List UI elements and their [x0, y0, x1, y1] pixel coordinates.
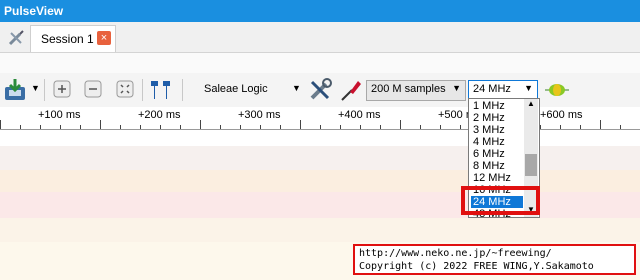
chevron-down-icon[interactable]: ▼	[31, 83, 40, 93]
copyright-overlay: http://www.neko.ne.jp/~freewing/ Copyrig…	[353, 244, 636, 275]
ruler-minor-tick	[240, 125, 241, 129]
separator	[182, 79, 183, 101]
ruler-minor-tick	[340, 125, 341, 129]
ruler-minor-tick	[120, 125, 121, 129]
scrollbar-thumb[interactable]	[525, 154, 537, 176]
sample-rate-value: 24 MHz	[473, 83, 511, 95]
dropdown-option[interactable]: 1 MHz	[473, 100, 505, 112]
zoom-out-icon[interactable]	[84, 80, 102, 98]
ruler-minor-tick	[560, 125, 561, 129]
device-selector[interactable]: Saleae Logic	[204, 83, 268, 95]
ruler-major-tick	[400, 120, 401, 129]
device-config-icon[interactable]	[307, 77, 333, 103]
ruler-major-tick	[200, 120, 201, 129]
chevron-down-icon: ▼	[452, 83, 461, 93]
trace-lane	[0, 146, 640, 170]
ruler-minor-tick	[460, 125, 461, 129]
cursor-markers-icon[interactable]	[148, 79, 174, 101]
tab-session-1[interactable]: Session 1 ×	[30, 25, 116, 52]
ruler-minor-tick	[60, 125, 61, 129]
copyright-notice: Copyright (c) 2022 FREE WING,Y.Sakamoto	[359, 261, 594, 272]
trace-lane	[0, 130, 640, 146]
tab-label: Session 1	[41, 32, 94, 46]
ruler-minor-tick	[220, 125, 221, 129]
chevron-down-icon: ▼	[524, 83, 533, 93]
ruler-minor-tick	[440, 125, 441, 129]
ruler-major-tick	[300, 120, 301, 129]
close-icon[interactable]: ×	[97, 31, 111, 45]
zoom-fit-icon[interactable]	[116, 80, 134, 98]
ruler-label: +200 ms	[138, 109, 181, 121]
ruler-label: +600 ms	[540, 109, 583, 121]
zoom-in-icon[interactable]	[53, 80, 71, 98]
sample-count-select[interactable]: 200 M samples ▼	[366, 80, 466, 101]
dropdown-option[interactable]: 8 MHz	[473, 160, 505, 172]
annotation-highlight-box	[461, 186, 540, 215]
ruler-minor-tick	[540, 125, 541, 129]
toolbar-spacer	[0, 53, 640, 73]
main-toolbar: ▼ Saleae Logic ▼ 200 M samples ▼ 24 MHz …	[0, 73, 640, 108]
ruler-minor-tick	[380, 125, 381, 129]
ruler-major-tick	[0, 120, 1, 129]
run-icon[interactable]	[544, 82, 570, 98]
scroll-up-icon[interactable]: ▲	[527, 99, 535, 108]
dropdown-option[interactable]: 2 MHz	[473, 112, 505, 124]
save-icon[interactable]	[2, 78, 28, 102]
probe-icon[interactable]	[340, 78, 362, 102]
ruler-minor-tick	[280, 125, 281, 129]
ruler-minor-tick	[580, 125, 581, 129]
tab-bar: Session 1 ×	[0, 22, 640, 53]
dropdown-option[interactable]: 12 MHz	[473, 172, 511, 184]
dropdown-option[interactable]: 6 MHz	[473, 148, 505, 160]
ruler-label: +300 ms	[238, 109, 281, 121]
ruler-label: +400 ms	[338, 109, 381, 121]
time-ruler[interactable]: +100 ms +200 ms +300 ms +400 ms +500 ms …	[0, 107, 640, 130]
trace-lane	[0, 192, 640, 218]
ruler-major-tick	[100, 120, 101, 129]
window-title: PulseView	[4, 4, 64, 18]
ruler-minor-tick	[260, 125, 261, 129]
dropdown-option[interactable]: 3 MHz	[473, 124, 505, 136]
copyright-url: http://www.neko.ne.jp/~freewing/	[359, 248, 552, 259]
trace-lane	[0, 170, 640, 192]
ruler-minor-tick	[20, 125, 21, 129]
ruler-minor-tick	[40, 125, 41, 129]
title-bar: PulseView	[0, 0, 640, 22]
ruler-minor-tick	[180, 125, 181, 129]
ruler-minor-tick	[160, 125, 161, 129]
dropdown-option[interactable]: 4 MHz	[473, 136, 505, 148]
ruler-minor-tick	[140, 125, 141, 129]
ruler-minor-tick	[420, 125, 421, 129]
chevron-down-icon[interactable]: ▼	[292, 83, 301, 93]
separator	[44, 79, 45, 101]
ruler-minor-tick	[320, 125, 321, 129]
trace-lane	[0, 218, 640, 242]
separator	[142, 79, 143, 101]
ruler-minor-tick	[80, 125, 81, 129]
ruler-minor-tick	[620, 125, 621, 129]
sample-count-value: 200 M samples	[371, 83, 446, 95]
ruler-minor-tick	[360, 125, 361, 129]
tools-icon[interactable]	[6, 28, 26, 48]
ruler-major-tick	[600, 120, 601, 129]
ruler-label: +100 ms	[38, 109, 81, 121]
